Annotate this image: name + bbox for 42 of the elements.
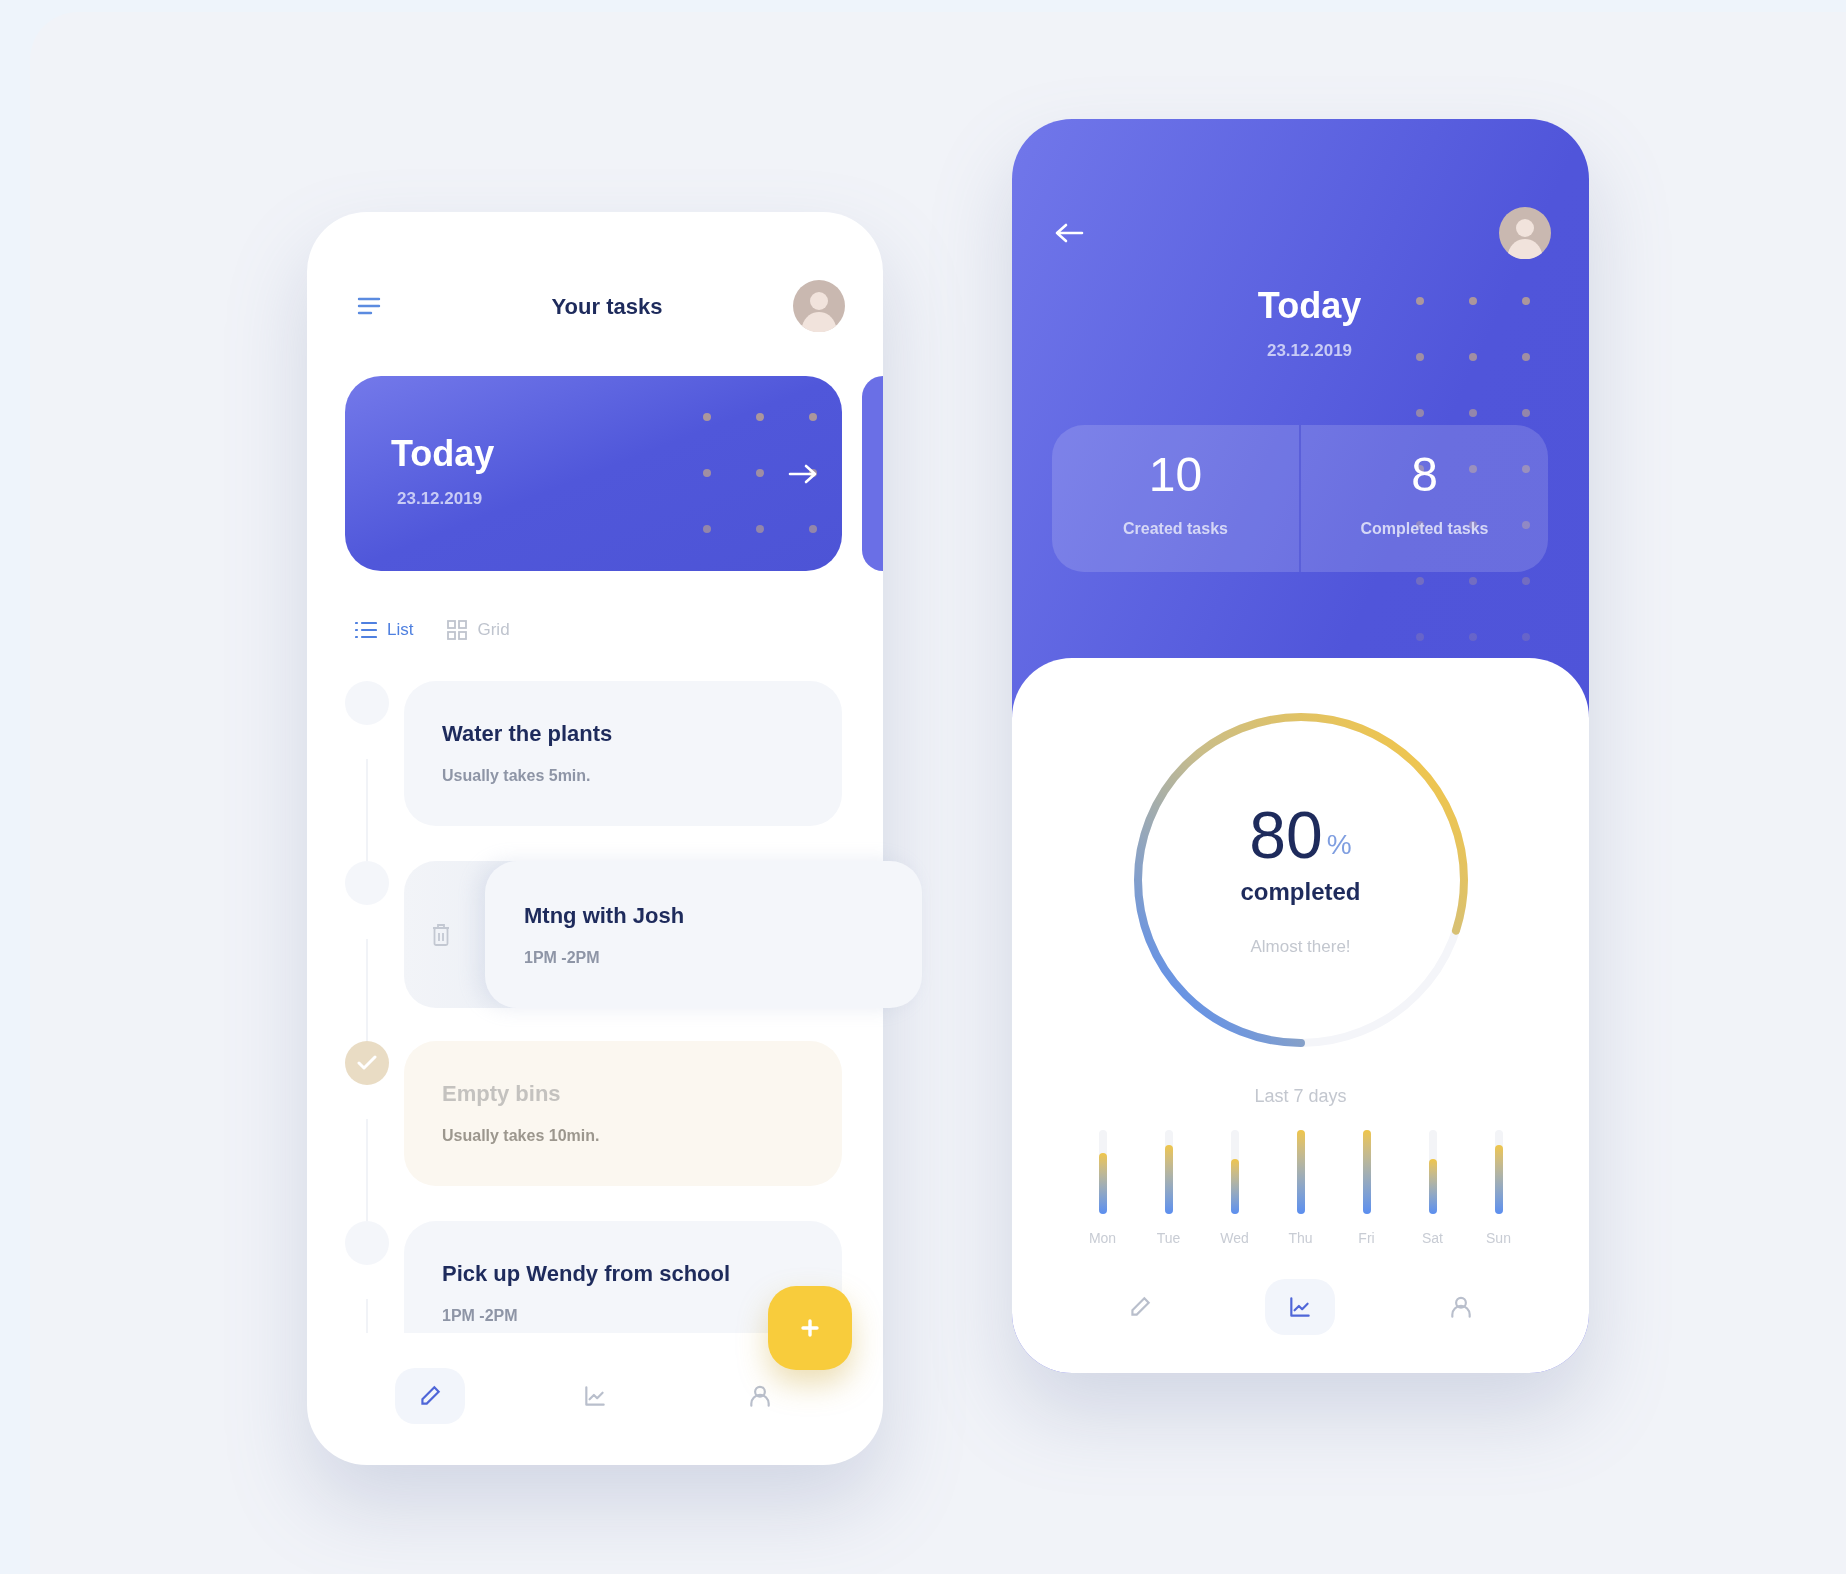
back-arrow-icon[interactable] — [1054, 222, 1084, 243]
today-card[interactable]: Today 23.12.2019 — [345, 376, 842, 571]
task-detail: Usually takes 10min. — [442, 1126, 601, 1146]
progress-note: Almost there! — [1250, 936, 1351, 958]
view-tab[interactable]: List — [355, 617, 414, 643]
task-title: Pick up Wendy from school — [442, 1260, 732, 1288]
menu-icon[interactable] — [357, 296, 381, 316]
percent-value: 80 — [1249, 802, 1323, 868]
stat-value: 8 — [1411, 450, 1438, 499]
percent-sign: % — [1326, 828, 1352, 862]
chart-icon — [582, 1383, 608, 1409]
avatar-icon[interactable] — [1499, 206, 1551, 259]
task-detail: 1PM -2PM — [442, 1306, 519, 1326]
task-title: Mtng with Josh — [524, 902, 686, 930]
nav-tab[interactable] — [394, 1368, 465, 1424]
task-detail: Usually takes 5min. — [442, 766, 592, 786]
task-card[interactable]: Mtng with Josh 1PM -2PM — [485, 861, 922, 1008]
next-card-peek[interactable] — [862, 376, 883, 571]
section-title: Last 7 days — [1254, 1085, 1347, 1108]
task-detail: 1PM -2PM — [524, 948, 601, 968]
stat-value: 10 — [1148, 450, 1203, 499]
card-date: 23.12.2019 — [397, 488, 484, 510]
check-icon — [357, 1055, 377, 1071]
stat-label: Completed tasks — [1360, 518, 1489, 539]
avatar-icon[interactable] — [793, 280, 845, 332]
trash-icon[interactable] — [432, 923, 450, 946]
card-title: Today — [391, 436, 496, 472]
screen-title: Today — [1257, 288, 1362, 324]
arrow-right-icon[interactable] — [788, 464, 818, 484]
add-button[interactable] — [768, 1286, 852, 1370]
grid-icon — [447, 620, 468, 640]
task-checkbox[interactable] — [345, 1041, 389, 1085]
task-card[interactable]: Water the plants Usually takes 5min. — [404, 681, 842, 826]
screen-date: 23.12.2019 — [1266, 340, 1353, 362]
task-title: Water the plants — [442, 720, 614, 748]
list-icon — [355, 621, 377, 639]
nav-tab[interactable] — [1265, 1279, 1336, 1335]
task-card[interactable]: Pick up Wendy from school 1PM -2PM — [404, 1221, 842, 1333]
plus-icon — [800, 1318, 820, 1338]
screen-title: Your tasks — [551, 292, 663, 321]
stat-label: Created tasks — [1123, 518, 1228, 539]
progress-label: completed — [1240, 877, 1361, 907]
